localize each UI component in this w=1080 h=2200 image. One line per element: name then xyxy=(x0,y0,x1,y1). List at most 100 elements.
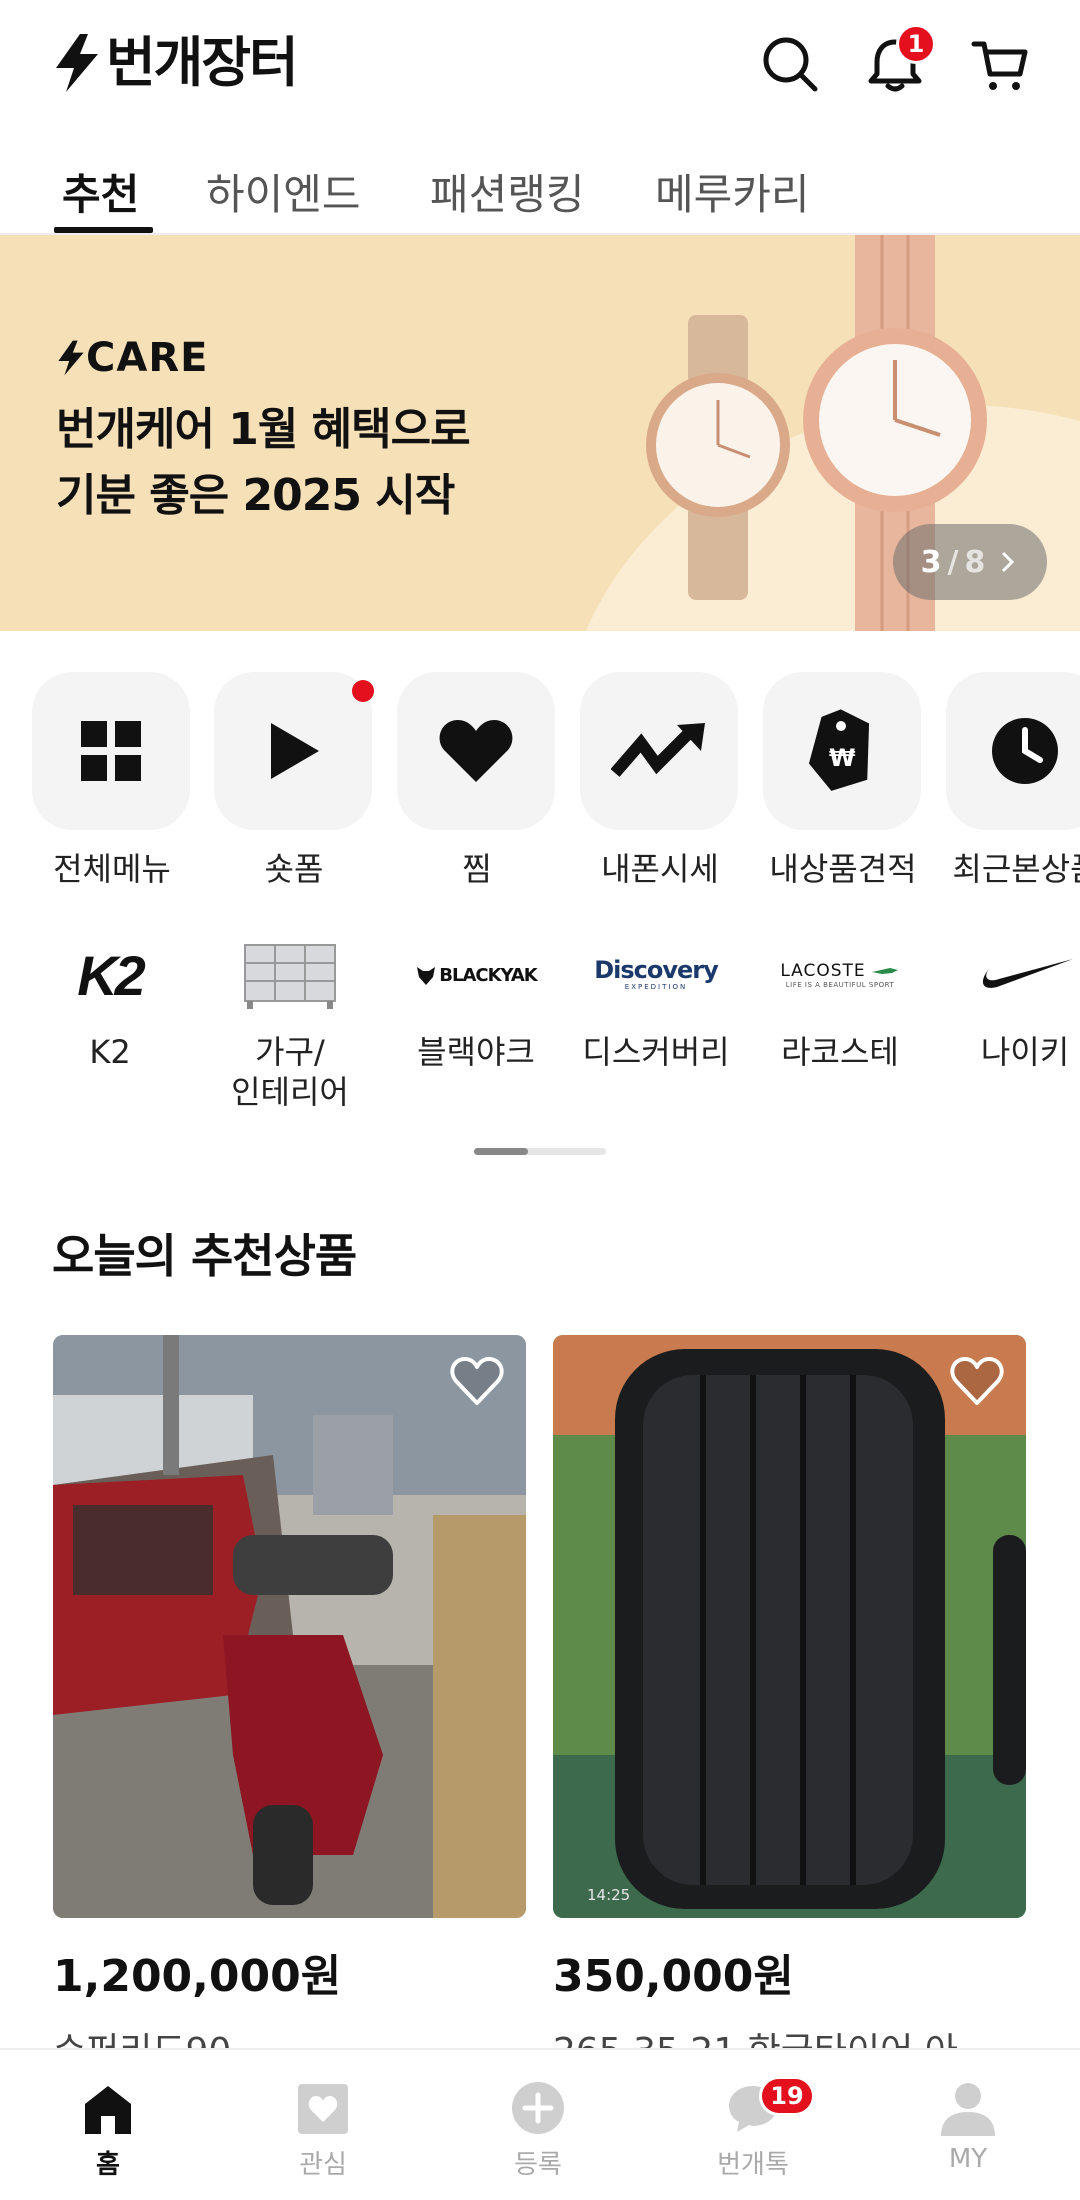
clock-icon xyxy=(992,718,1058,784)
wishlist-heart-icon[interactable] xyxy=(950,1357,1004,1407)
nav-icon-wrap xyxy=(878,2050,1058,2136)
quick-icon-box xyxy=(397,672,555,830)
nav-register[interactable]: 등록 xyxy=(448,2050,628,2181)
pager-total: 8 xyxy=(964,544,986,580)
wishlist-heart-icon[interactable] xyxy=(450,1357,504,1407)
grid-icon xyxy=(81,721,141,781)
cart-icon[interactable] xyxy=(970,34,1030,94)
quick-icon-box xyxy=(214,672,372,830)
discovery-logo: Discovery EXPEDITION xyxy=(566,930,746,1020)
nav-label: 홈 xyxy=(96,2150,120,2180)
notification-badge: 1 xyxy=(896,24,936,64)
brand-k2[interactable]: K2 K2 xyxy=(20,930,200,1072)
chevron-right-icon xyxy=(1002,551,1015,573)
app-logo[interactable]: 번개장터 xyxy=(52,31,299,94)
brand-label: 가구/ 인테리어 xyxy=(200,1032,380,1112)
person-icon xyxy=(941,2083,995,2136)
tab-highend[interactable]: 하이엔드 xyxy=(206,161,361,222)
quick-label: 찜 xyxy=(462,850,492,888)
tab-mercari[interactable]: 메루카리 xyxy=(655,161,810,222)
nav-label: MY xyxy=(948,2144,988,2174)
brand-label: 나이키 xyxy=(980,1033,1070,1071)
nav-home[interactable]: 홈 xyxy=(18,2050,198,2181)
nav-label: 번개톡 xyxy=(717,2150,789,2180)
lacoste-logo-text: LACOSTE xyxy=(780,961,866,981)
photo-timestamp: 14:25 xyxy=(587,1886,631,1904)
banner-title-line2: 기분 좋은 2025 시작 xyxy=(56,470,455,521)
quick-item-all-menu[interactable]: 전체메뉴 xyxy=(32,672,192,890)
product-price: 350,000원 xyxy=(553,1951,794,2002)
trend-icon xyxy=(611,723,705,777)
nav-chat[interactable]: 19 번개톡 xyxy=(663,2050,843,2181)
quick-item-recent[interactable]: 최근본상품 xyxy=(946,672,1080,890)
care-brand: CARE xyxy=(56,335,208,381)
heart-box-icon xyxy=(298,2084,348,2134)
brand-scroll-indicator xyxy=(474,1148,606,1155)
brand-label: 블랙야크 xyxy=(417,1033,535,1071)
quick-menu: 전체메뉴 숏폼 찜 내폰시세 ₩ 내상품견적 최근본상 xyxy=(0,672,1080,892)
k2-logo: K2 xyxy=(20,930,200,1020)
nav-wishlist[interactable]: 관심 xyxy=(233,2050,413,2181)
home-icon xyxy=(85,2086,131,2134)
nav-icon-wrap xyxy=(18,2050,198,2136)
scooter-photo xyxy=(53,1335,526,1918)
swoosh-icon xyxy=(982,959,1073,988)
banner-title: 번개케어 1월 혜택으로 기분 좋은 2025 시작 xyxy=(56,397,471,529)
nav-my[interactable]: MY xyxy=(878,2050,1058,2174)
bottom-navigation: 홈 관심 등록 19 번개톡 MY xyxy=(0,2048,1080,2200)
banner-pager[interactable]: 3 / 8 xyxy=(893,524,1047,600)
lacoste-logo: LACOSTE LIFE IS A BEAUTIFUL SPORT xyxy=(750,930,930,1020)
chat-badge: 19 xyxy=(759,2076,815,2116)
quick-label: 내상품견적 xyxy=(769,850,917,888)
bolt-icon xyxy=(58,340,84,376)
active-tab-indicator xyxy=(54,227,153,233)
nike-logo xyxy=(935,930,1080,1020)
quick-item-wishlist[interactable]: 찜 xyxy=(397,672,557,890)
brand-label-line2: 인테리어 xyxy=(231,1073,349,1111)
price-tag-icon: ₩ xyxy=(808,709,870,791)
product-card[interactable]: 1,200,000원 슈퍼리드90 xyxy=(53,1335,526,2074)
product-image xyxy=(53,1335,526,1918)
brand-blackyak[interactable]: BLACKYAK 블랙야크 xyxy=(386,930,566,1072)
banner-title-line1: 번개케어 1월 혜택으로 xyxy=(56,404,471,455)
search-icon[interactable] xyxy=(760,34,820,94)
pager-separator: / xyxy=(947,544,959,580)
discovery-logo-subtext: EXPEDITION xyxy=(624,983,688,991)
svg-text:₩: ₩ xyxy=(829,744,856,772)
quick-label: 최근본상품 xyxy=(952,850,1080,888)
brand-discovery[interactable]: Discovery EXPEDITION 디스커버리 xyxy=(566,930,746,1072)
logo-text: 번개장터 xyxy=(106,31,299,94)
heart-icon xyxy=(439,720,513,782)
quick-item-shortform[interactable]: 숏폼 xyxy=(214,672,374,890)
brand-shortcuts: K2 K2 가구/ 인테리어 BLACKYAK 블랙야크 Discovery E… xyxy=(0,930,1080,1130)
quick-icon-box xyxy=(32,672,190,830)
brand-furniture[interactable]: 가구/ 인테리어 xyxy=(200,930,380,1112)
blackyak-logo-text: BLACKYAK xyxy=(439,964,537,986)
quick-label: 숏폼 xyxy=(264,850,324,888)
furniture-image xyxy=(200,930,380,1020)
brand-label: 디스커버리 xyxy=(582,1033,730,1071)
play-icon xyxy=(271,723,319,779)
brand-lacoste[interactable]: LACOSTE LIFE IS A BEAUTIFUL SPORT 라코스테 xyxy=(750,930,930,1072)
promo-banner[interactable]: CARE 번개케어 1월 혜택으로 기분 좋은 2025 시작 3 / 8 xyxy=(0,235,1080,631)
care-brand-text: CARE xyxy=(86,335,209,381)
quick-icon-box: ₩ xyxy=(763,672,921,830)
dresser-icon xyxy=(244,944,336,1009)
pager-current: 3 xyxy=(920,544,942,580)
quick-item-phone-price[interactable]: 내폰시세 xyxy=(580,672,740,890)
nav-icon-wrap xyxy=(448,2050,628,2136)
blackyak-logo: BLACKYAK xyxy=(386,930,566,1020)
nav-icon-wrap xyxy=(233,2050,413,2136)
quick-item-estimate[interactable]: ₩ 내상품견적 xyxy=(763,672,923,890)
app-header: 번개장터 1 xyxy=(0,0,1080,135)
quick-label: 내폰시세 xyxy=(601,850,719,888)
brand-nike[interactable]: 나이키 xyxy=(935,930,1080,1072)
brand-label-line1: 가구/ xyxy=(255,1033,325,1071)
tab-recommended[interactable]: 추천 xyxy=(62,161,139,222)
nav-label: 관심 xyxy=(299,2150,347,2180)
quick-icon-box xyxy=(580,672,738,830)
product-price: 1,200,000원 xyxy=(53,1951,342,2002)
tab-fashion-ranking[interactable]: 패션랭킹 xyxy=(430,161,585,222)
scroll-thumb xyxy=(474,1148,528,1155)
product-card[interactable]: 14:25 350,000원 265 35 21 한국타이어 아... xyxy=(553,1335,1026,2074)
